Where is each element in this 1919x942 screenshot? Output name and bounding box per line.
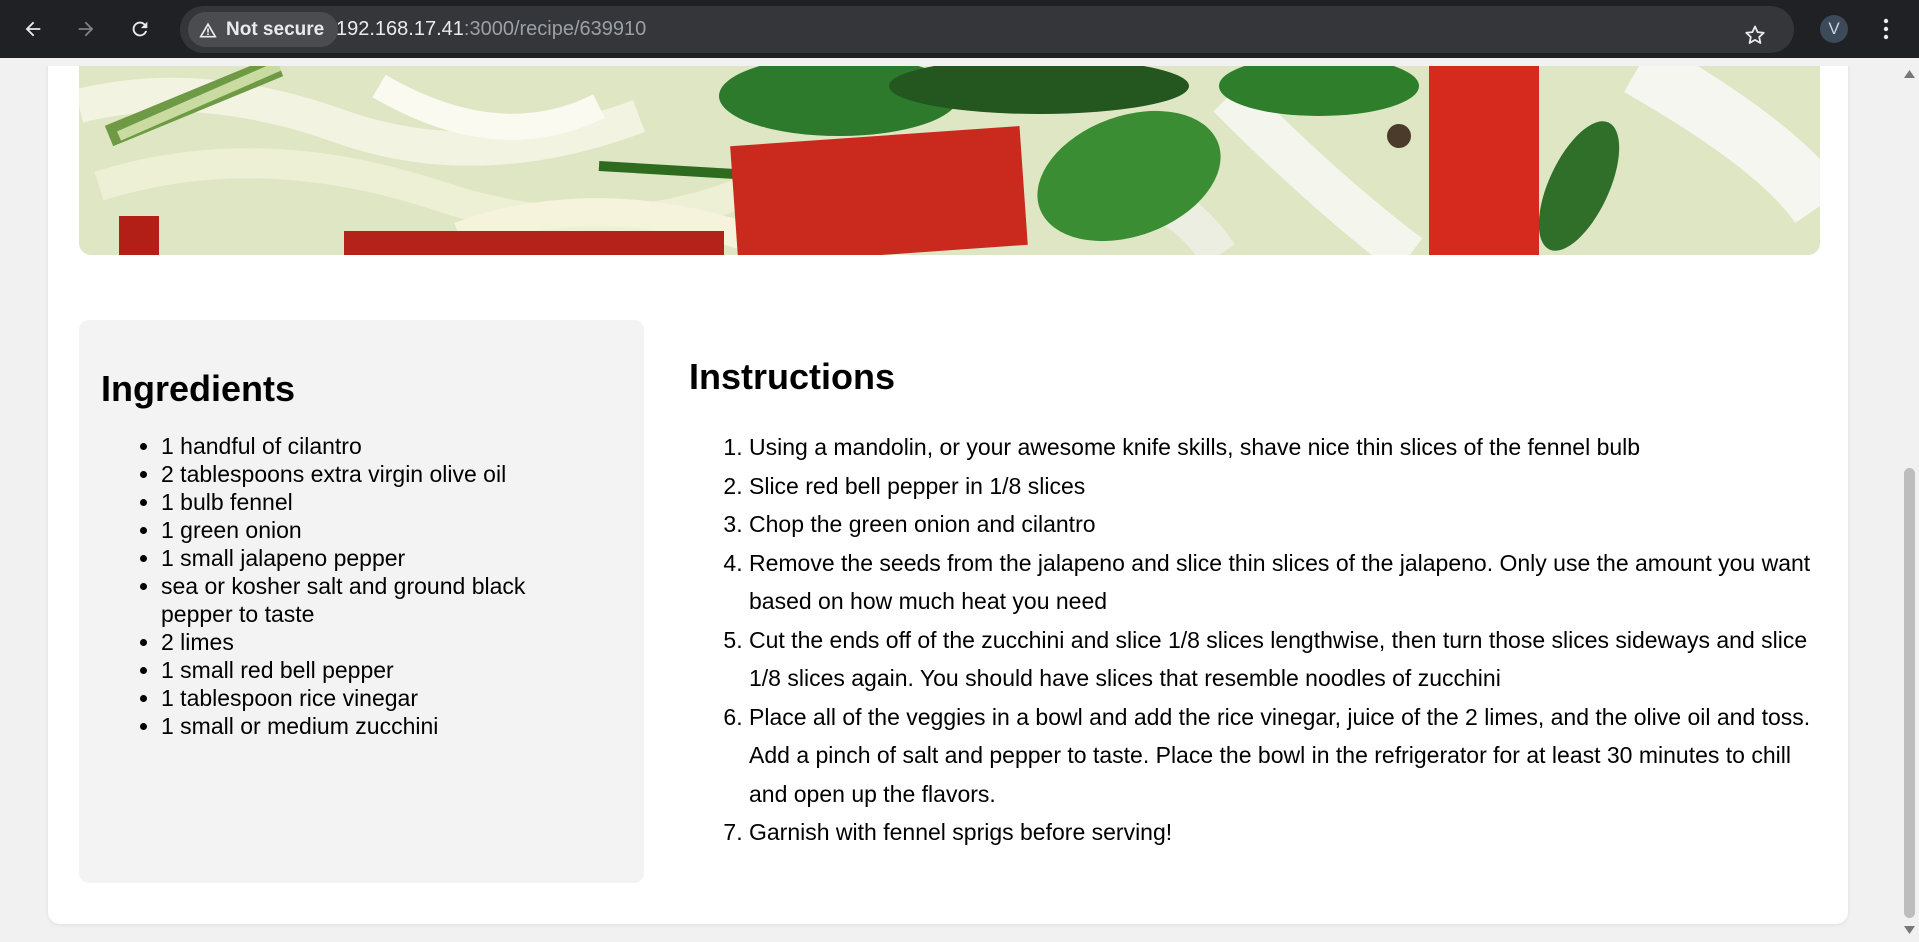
back-button[interactable] xyxy=(15,11,51,47)
bookmark-button[interactable] xyxy=(1738,18,1772,52)
ingredients-title: Ingredients xyxy=(101,368,296,409)
ingredient-item: 2 tablespoons extra virgin olive oil xyxy=(161,460,622,488)
star-icon xyxy=(1745,25,1765,44)
instruction-step: Cut the ends off of the zucchini and sli… xyxy=(749,621,1829,698)
ingredient-item: 1 green onion xyxy=(161,516,622,544)
scrollbar-thumb[interactable] xyxy=(1904,468,1915,918)
instruction-step: Remove the seeds from the jalapeno and s… xyxy=(749,544,1829,621)
url-path: :3000/recipe/639910 xyxy=(463,18,647,40)
instruction-step: Garnish with fennel sprigs before servin… xyxy=(749,813,1829,852)
page-scrollbar[interactable] xyxy=(1900,58,1919,942)
ingredient-item: 1 handful of cilantro xyxy=(161,432,622,460)
ingredient-item: 2 limes xyxy=(161,628,622,656)
ingredient-item: 1 small red bell pepper xyxy=(161,656,622,684)
back-arrow-icon xyxy=(25,21,41,37)
ingredient-item: sea or kosher salt and ground black pepp… xyxy=(161,572,622,628)
browser-menu-button[interactable] xyxy=(1872,14,1900,44)
ingredient-item: 1 small or medium zucchini xyxy=(161,712,622,740)
ingredient-item: 1 tablespoon rice vinegar xyxy=(161,684,622,712)
reload-icon xyxy=(132,21,148,37)
browser-toolbar: Not secure 192.168.17.41:3000/recipe/639… xyxy=(0,0,1919,58)
instruction-step: Using a mandolin, or your awesome knife … xyxy=(749,428,1829,467)
security-label: Not secure xyxy=(226,18,325,40)
recipe-hero-image xyxy=(79,66,1820,255)
ingredients-list: 1 handful of cilantro 2 tablespoons extr… xyxy=(101,432,622,740)
security-indicator[interactable]: Not secure xyxy=(188,12,339,47)
address-bar[interactable]: Not secure 192.168.17.41:3000/recipe/639… xyxy=(180,6,1794,53)
page-viewport: Ingredients 1 handful of cilantro 2 tabl… xyxy=(0,66,1900,942)
instructions-title: Instructions xyxy=(689,356,896,397)
instruction-step: Chop the green onion and cilantro xyxy=(749,505,1829,544)
ingredient-item: 1 bulb fennel xyxy=(161,488,622,516)
warning-triangle-icon xyxy=(199,22,217,37)
url-host: 192.168.17.41 xyxy=(336,18,464,40)
instruction-step: Slice red bell pepper in 1/8 slices xyxy=(749,467,1829,506)
scroll-down-arrow-icon[interactable] xyxy=(1904,926,1915,934)
url-text[interactable]: 192.168.17.41:3000/recipe/639910 xyxy=(336,6,646,53)
forward-button[interactable] xyxy=(68,11,104,47)
ingredient-item: 1 small jalapeno pepper xyxy=(161,544,622,572)
instruction-step: Place all of the veggies in a bowl and a… xyxy=(749,698,1829,814)
instructions-list: Using a mandolin, or your awesome knife … xyxy=(689,428,1829,852)
scroll-up-arrow-icon[interactable] xyxy=(1904,70,1915,78)
ingredients-panel: Ingredients 1 handful of cilantro 2 tabl… xyxy=(79,320,644,883)
reload-button[interactable] xyxy=(122,11,158,47)
kebab-menu-icon xyxy=(1883,18,1889,40)
instructions-section: Instructions Using a mandolin, or your a… xyxy=(689,356,1829,852)
profile-avatar[interactable]: V xyxy=(1820,15,1848,43)
forward-arrow-icon xyxy=(78,21,94,37)
